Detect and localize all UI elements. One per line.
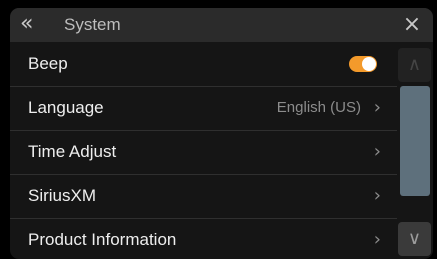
- toggle-knob: [362, 57, 376, 71]
- scrollbar[interactable]: ∧ ∨: [398, 48, 431, 256]
- list-item-label: Product Information: [28, 230, 177, 249]
- chevron-right-icon: ›: [373, 141, 381, 162]
- list-item-label: SiriusXM: [28, 186, 97, 205]
- scroll-down-icon[interactable]: ∨: [398, 222, 431, 256]
- header-bar: « System ×: [10, 8, 433, 42]
- scrollbar-thumb[interactable]: [400, 86, 430, 196]
- scroll-up-icon[interactable]: ∧: [398, 48, 431, 82]
- list-item-label: Time Adjust: [28, 142, 117, 161]
- chevron-right-icon: ›: [373, 185, 381, 206]
- chevron-right-icon: ›: [373, 229, 381, 250]
- back-double-chevron-icon[interactable]: «: [20, 13, 46, 37]
- close-icon[interactable]: ×: [399, 12, 425, 38]
- list-item-time-adjust[interactable]: Time Adjust ›: [10, 130, 397, 175]
- beep-toggle[interactable]: [349, 56, 377, 72]
- list-item-label: Beep: [28, 54, 68, 73]
- language-value: English (US): [276, 99, 361, 116]
- chevron-right-icon: ›: [373, 97, 381, 118]
- list-item-language[interactable]: Language English (US) ›: [10, 86, 397, 131]
- list-item-label: Language: [28, 98, 104, 117]
- page-title: System: [64, 15, 121, 34]
- list-item-product-information[interactable]: Product Information ›: [10, 218, 397, 259]
- settings-list: Beep Language English (US) › Time Adjust…: [10, 42, 397, 259]
- list-item-beep[interactable]: Beep: [10, 42, 397, 87]
- system-settings-screen: « System × Beep Language English (US) › …: [10, 8, 433, 259]
- list-item-siriusxm[interactable]: SiriusXM ›: [10, 174, 397, 219]
